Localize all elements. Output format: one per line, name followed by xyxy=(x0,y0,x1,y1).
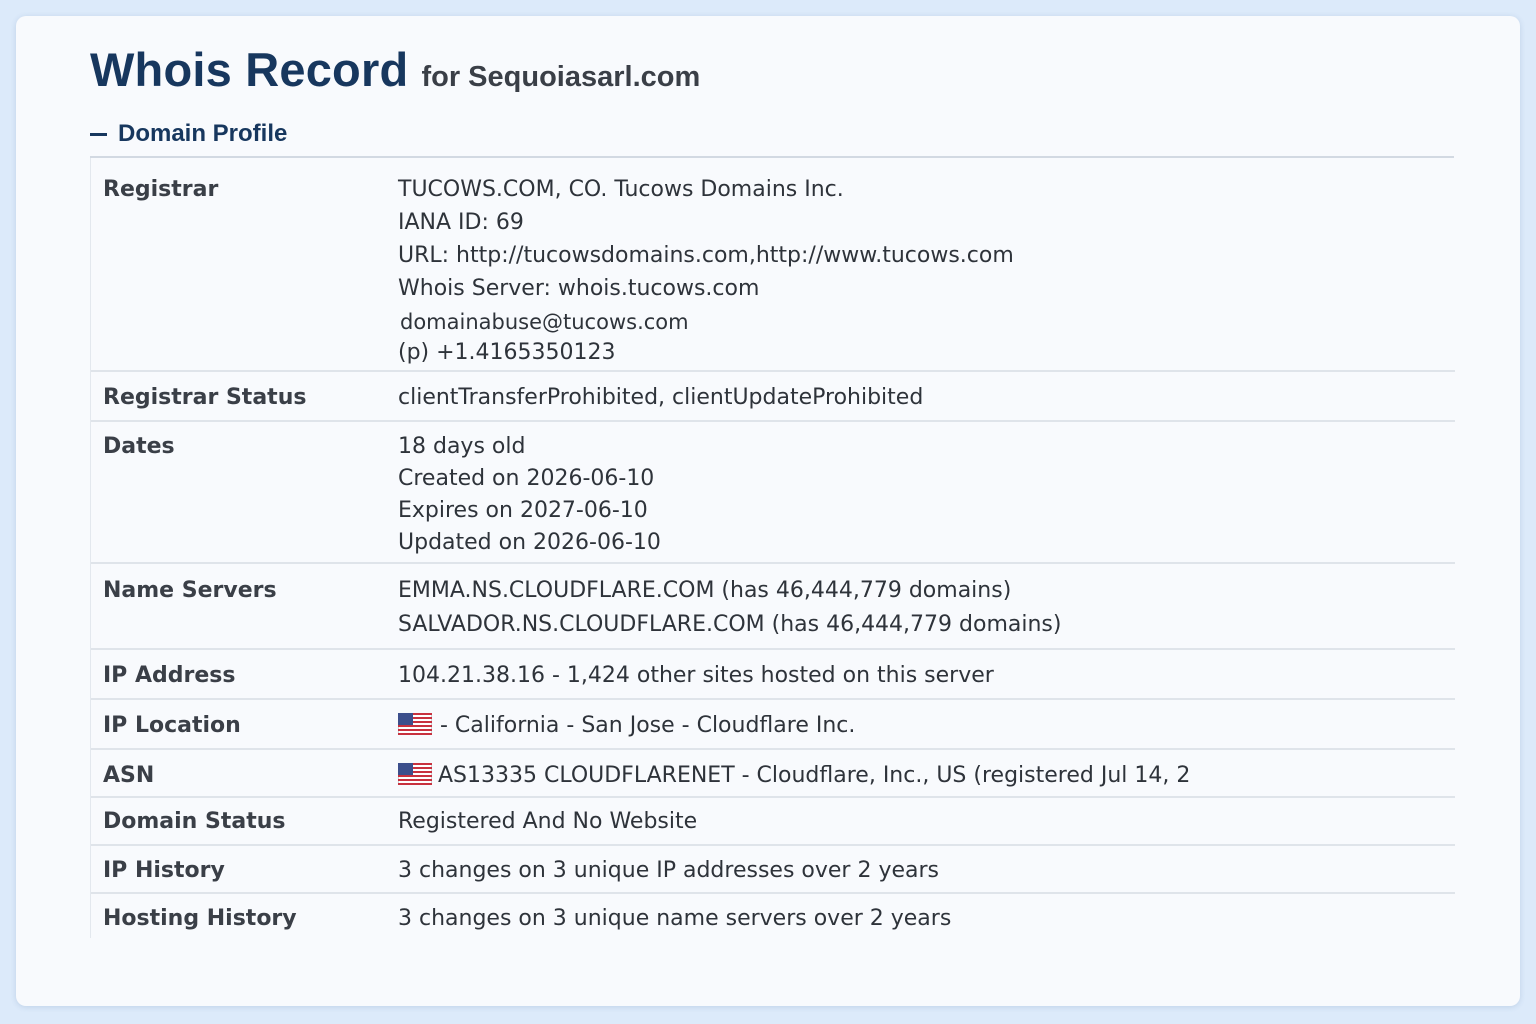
label-dates: Dates xyxy=(103,434,175,459)
us-flag-icon xyxy=(398,763,432,785)
page-title: Whois Record for Sequoiasarl.com xyxy=(90,42,700,97)
row-registrar-status: Registrar Status clientTransferProhibite… xyxy=(91,372,1455,422)
name-server-item[interactable]: SALVADOR.NS.CLOUDFLARE.COM (has 46,444,7… xyxy=(398,612,1061,646)
value-registrar-status: clientTransferProhibited, clientUpdatePr… xyxy=(398,385,924,410)
label-registrar-status: Registrar Status xyxy=(103,385,307,410)
label-registrar: Registrar xyxy=(103,177,219,202)
registrar-iana-id: IANA ID: 69 xyxy=(398,210,524,235)
row-asn: ASN AS13335 CLOUDFLARENET - Cloudflare, … xyxy=(91,750,1455,798)
value-hosting-history[interactable]: 3 changes on 3 unique name servers over … xyxy=(398,906,951,931)
collapse-minus-icon[interactable] xyxy=(90,132,107,136)
domain-profile-table: Registrar TUCOWS.COM, CO. Tucows Domains… xyxy=(90,158,1455,938)
value-name-servers: EMMA.NS.CLOUDFLARE.COM (has 46,444,779 d… xyxy=(398,578,1061,646)
value-registrar: TUCOWS.COM, CO. Tucows Domains Inc. IANA… xyxy=(398,177,1014,373)
value-dates: 18 days old Created on 2026-06-10 Expire… xyxy=(398,434,661,562)
us-flag-icon xyxy=(398,713,432,735)
dates-expires: Expires on 2027-06-10 xyxy=(398,498,648,523)
row-registrar: Registrar TUCOWS.COM, CO. Tucows Domains… xyxy=(91,158,1455,372)
row-ip-address: IP Address 104.21.38.16 - 1,424 other si… xyxy=(91,650,1455,700)
registrar-url: URL: http://tucowsdomains.com,http://www… xyxy=(398,243,1014,268)
row-ip-history: IP History 3 changes on 3 unique IP addr… xyxy=(91,846,1455,894)
whois-card: Whois Record for Sequoiasarl.com Domain … xyxy=(16,16,1520,1006)
domain-profile-toggle[interactable]: Domain Profile xyxy=(90,116,287,152)
row-dates: Dates 18 days old Created on 2026-06-10 … xyxy=(91,422,1455,564)
dates-age: 18 days old xyxy=(398,434,526,459)
label-ip-location: IP Location xyxy=(103,713,241,738)
label-domain-status: Domain Status xyxy=(103,809,286,834)
value-ip-address[interactable]: 104.21.38.16 - 1,424 other sites hosted … xyxy=(398,663,994,688)
page-title-main: Whois Record xyxy=(90,43,409,96)
label-ip-address: IP Address xyxy=(103,663,236,688)
ip-location-text: - California - San Jose - Cloudflare Inc… xyxy=(440,713,856,738)
section-title: Domain Profile xyxy=(118,120,288,147)
registrar-email: domainabuse@tucows.com xyxy=(400,310,689,334)
value-ip-history[interactable]: 3 changes on 3 unique IP addresses over … xyxy=(398,858,939,883)
label-name-servers: Name Servers xyxy=(103,578,277,603)
label-ip-history: IP History xyxy=(103,858,225,883)
value-asn: AS13335 CLOUDFLARENET - Cloudflare, Inc.… xyxy=(398,763,1190,788)
value-ip-location: - California - San Jose - Cloudflare Inc… xyxy=(398,713,855,738)
asn-text: AS13335 CLOUDFLARENET - Cloudflare, Inc.… xyxy=(438,763,1191,788)
row-domain-status: Domain Status Registered And No Website xyxy=(91,798,1455,846)
label-hosting-history: Hosting History xyxy=(103,906,297,931)
page-title-domain: for Sequoiasarl.com xyxy=(421,61,701,93)
name-server-item[interactable]: EMMA.NS.CLOUDFLARE.COM (has 46,444,779 d… xyxy=(398,578,1061,612)
value-domain-status: Registered And No Website xyxy=(398,809,698,834)
dates-created: Created on 2026-06-10 xyxy=(398,466,655,491)
dates-updated: Updated on 2026-06-10 xyxy=(398,530,661,555)
row-name-servers: Name Servers EMMA.NS.CLOUDFLARE.COM (has… xyxy=(91,564,1455,650)
row-ip-location: IP Location - California - San Jose - Cl… xyxy=(91,700,1455,750)
row-hosting-history: Hosting History 3 changes on 3 unique na… xyxy=(91,894,1455,938)
registrar-phone: (p) +1.4165350123 xyxy=(398,340,616,365)
registrar-whois-server: Whois Server: whois.tucows.com xyxy=(398,276,760,301)
label-asn: ASN xyxy=(103,763,155,788)
registrar-name: TUCOWS.COM, CO. Tucows Domains Inc. xyxy=(398,177,844,202)
